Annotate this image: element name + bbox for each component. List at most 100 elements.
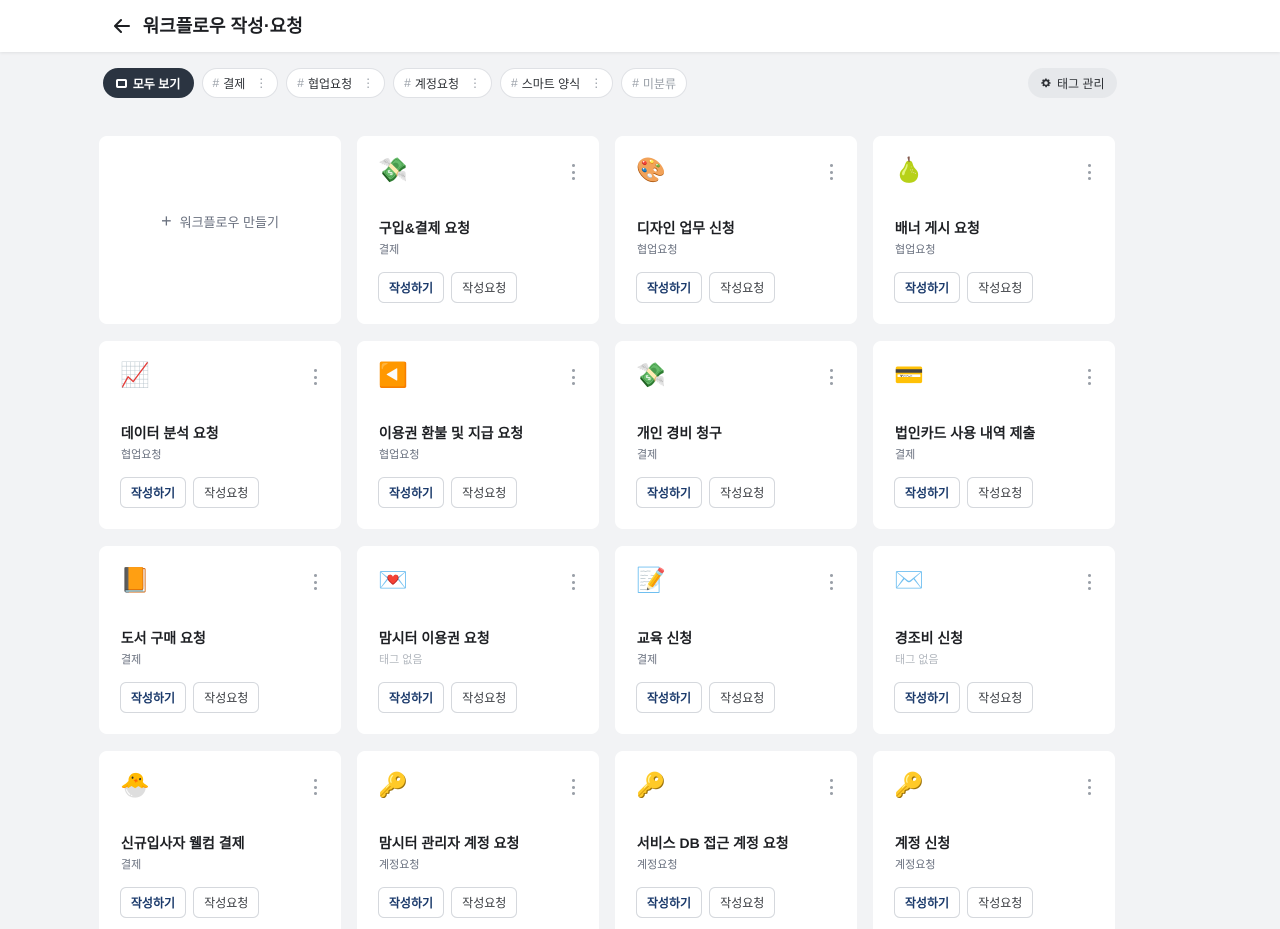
write-button[interactable]: 작성하기 — [378, 887, 445, 918]
workflow-tag: 협업요청 — [121, 449, 162, 461]
tag-chip-all[interactable]: 모두 보기 — [103, 68, 194, 98]
write-button[interactable]: 작성하기 — [120, 682, 187, 713]
request-write-button[interactable]: 작성요청 — [709, 682, 776, 713]
write-button[interactable]: 작성하기 — [636, 682, 703, 713]
write-button[interactable]: 작성하기 — [894, 887, 961, 918]
create-workflow-card[interactable]: + 워크플로우 만들기 — [99, 136, 341, 324]
request-write-button[interactable]: 작성요청 — [193, 682, 260, 713]
tag-chip-smart-form[interactable]: # 스마트 양식 ⋮ — [500, 68, 614, 98]
request-write-button[interactable]: 작성요청 — [967, 272, 1034, 303]
tag-manage-button[interactable]: 태그 관리 — [1028, 68, 1117, 98]
workflow-tag: 계정요청 — [895, 859, 936, 871]
workflow-title: 이용권 환불 및 지급 요청 — [379, 425, 524, 441]
workflow-emoji-icon: 💳 — [894, 362, 924, 389]
more-vertical-icon[interactable] — [1085, 369, 1093, 385]
more-vertical-icon[interactable] — [569, 779, 577, 795]
write-button[interactable]: 작성하기 — [378, 477, 445, 508]
request-write-button[interactable]: 작성요청 — [967, 477, 1034, 508]
more-vertical-icon[interactable] — [569, 164, 577, 180]
write-button[interactable]: 작성하기 — [894, 682, 961, 713]
workflow-card[interactable]: 🔑 맘시터 관리자 계정 요청 계정요청 작성하기 작성요청 — [357, 751, 599, 929]
workflow-card[interactable]: 📈 데이터 분석 요청 협업요청 작성하기 작성요청 — [99, 341, 341, 529]
workflow-title: 배너 게시 요청 — [895, 220, 981, 236]
more-vertical-icon[interactable]: ⋮ — [255, 76, 267, 90]
more-vertical-icon[interactable] — [827, 779, 835, 795]
workflow-card[interactable]: 🔑 서비스 DB 접근 계정 요청 계정요청 작성하기 작성요청 — [615, 751, 857, 929]
workflow-card[interactable]: 🍐 배너 게시 요청 협업요청 작성하기 작성요청 — [873, 136, 1115, 324]
tag-chip-collab[interactable]: # 협업요청 ⋮ — [286, 68, 386, 98]
request-write-button[interactable]: 작성요청 — [451, 272, 518, 303]
workflow-card[interactable]: ✉️ 경조비 신청 태그 없음 작성하기 작성요청 — [873, 546, 1115, 734]
request-write-button[interactable]: 작성요청 — [193, 477, 260, 508]
inbox-icon — [116, 78, 127, 88]
workflow-card[interactable]: 💳 법인카드 사용 내역 제출 결제 작성하기 작성요청 — [873, 341, 1115, 529]
card-actions: 작성하기 작성요청 — [636, 272, 776, 303]
write-button[interactable]: 작성하기 — [378, 682, 445, 713]
gear-icon — [1041, 78, 1051, 88]
request-write-button[interactable]: 작성요청 — [967, 887, 1034, 918]
workflow-tag: 결제 — [121, 654, 142, 666]
tag-chip-uncategorized[interactable]: # 미분류 — [621, 68, 688, 98]
write-button[interactable]: 작성하기 — [636, 272, 703, 303]
request-write-button[interactable]: 작성요청 — [709, 887, 776, 918]
request-write-button[interactable]: 작성요청 — [193, 887, 260, 918]
card-actions: 작성하기 작성요청 — [894, 272, 1034, 303]
write-button[interactable]: 작성하기 — [894, 272, 961, 303]
tag-chip-label: 미분류 — [642, 76, 677, 91]
write-button[interactable]: 작성하기 — [894, 477, 961, 508]
more-vertical-icon[interactable] — [1085, 574, 1093, 590]
card-actions: 작성하기 작성요청 — [378, 887, 518, 918]
card-actions: 작성하기 작성요청 — [894, 477, 1034, 508]
workflow-card[interactable]: 💌 맘시터 이용권 요청 태그 없음 작성하기 작성요청 — [357, 546, 599, 734]
tag-chip-label: 스마트 양식 — [521, 76, 581, 91]
write-button[interactable]: 작성하기 — [636, 887, 703, 918]
more-vertical-icon[interactable] — [1085, 164, 1093, 180]
write-button[interactable]: 작성하기 — [378, 272, 445, 303]
workflow-title: 서비스 DB 접근 계정 요청 — [637, 835, 789, 851]
workflow-tag: 계정요청 — [637, 859, 678, 871]
workflow-card[interactable]: ◀️ 이용권 환불 및 지급 요청 협업요청 작성하기 작성요청 — [357, 341, 599, 529]
more-vertical-icon[interactable] — [827, 164, 835, 180]
write-button[interactable]: 작성하기 — [120, 477, 187, 508]
workflow-title: 신규입사자 웰컴 결제 — [121, 835, 245, 851]
workflow-card[interactable]: 💸 구입&결제 요청 결제 작성하기 작성요청 — [357, 136, 599, 324]
workflow-emoji-icon: 📈 — [120, 362, 150, 389]
workflow-card[interactable]: 📙 도서 구매 요청 결제 작성하기 작성요청 — [99, 546, 341, 734]
workflow-tag: 결제 — [637, 449, 658, 461]
workflow-title: 경조비 신청 — [895, 630, 964, 646]
more-vertical-icon[interactable] — [569, 369, 577, 385]
request-write-button[interactable]: 작성요청 — [451, 682, 518, 713]
more-vertical-icon[interactable] — [311, 574, 319, 590]
workflow-tag: 결제 — [379, 244, 400, 256]
more-vertical-icon[interactable]: ⋮ — [469, 76, 481, 90]
request-write-button[interactable]: 작성요청 — [967, 682, 1034, 713]
request-write-button[interactable]: 작성요청 — [451, 887, 518, 918]
more-vertical-icon[interactable]: ⋮ — [362, 76, 374, 90]
arrow-left-icon[interactable] — [110, 14, 134, 38]
card-actions: 작성하기 작성요청 — [894, 887, 1034, 918]
more-vertical-icon[interactable] — [827, 369, 835, 385]
more-vertical-icon[interactable] — [311, 779, 319, 795]
more-vertical-icon[interactable] — [1085, 779, 1093, 795]
workflow-card[interactable]: 🐣 신규입사자 웰컴 결제 결제 작성하기 작성요청 — [99, 751, 341, 929]
write-button[interactable]: 작성하기 — [120, 887, 187, 918]
card-actions: 작성하기 작성요청 — [378, 682, 518, 713]
tag-chip-label: 결제 — [223, 76, 246, 91]
request-write-button[interactable]: 작성요청 — [709, 477, 776, 508]
workflow-card[interactable]: 🎨 디자인 업무 신청 협업요청 작성하기 작성요청 — [615, 136, 857, 324]
write-button[interactable]: 작성하기 — [636, 477, 703, 508]
more-vertical-icon[interactable] — [827, 574, 835, 590]
workflow-grid: + 워크플로우 만들기 💸 구입&결제 요청 결제 작성하기 작성요청 🎨 디자인 업무 신… — [99, 136, 1115, 929]
more-vertical-icon[interactable] — [311, 369, 319, 385]
workflow-title: 디자인 업무 신청 — [637, 220, 735, 236]
more-vertical-icon[interactable]: ⋮ — [590, 76, 602, 90]
workflow-card[interactable]: 💸 개인 경비 청구 결제 작성하기 작성요청 — [615, 341, 857, 529]
workflow-title: 도서 구매 요청 — [121, 630, 207, 646]
request-write-button[interactable]: 작성요청 — [709, 272, 776, 303]
workflow-card[interactable]: 🔑 계정 신청 계정요청 작성하기 작성요청 — [873, 751, 1115, 929]
tag-chip-account[interactable]: # 계정요청 ⋮ — [393, 68, 492, 98]
request-write-button[interactable]: 작성요청 — [451, 477, 518, 508]
more-vertical-icon[interactable] — [569, 574, 577, 590]
workflow-card[interactable]: 📝 교육 신청 결제 작성하기 작성요청 — [615, 546, 857, 734]
tag-chip-payment[interactable]: # 결제 ⋮ — [201, 68, 279, 98]
